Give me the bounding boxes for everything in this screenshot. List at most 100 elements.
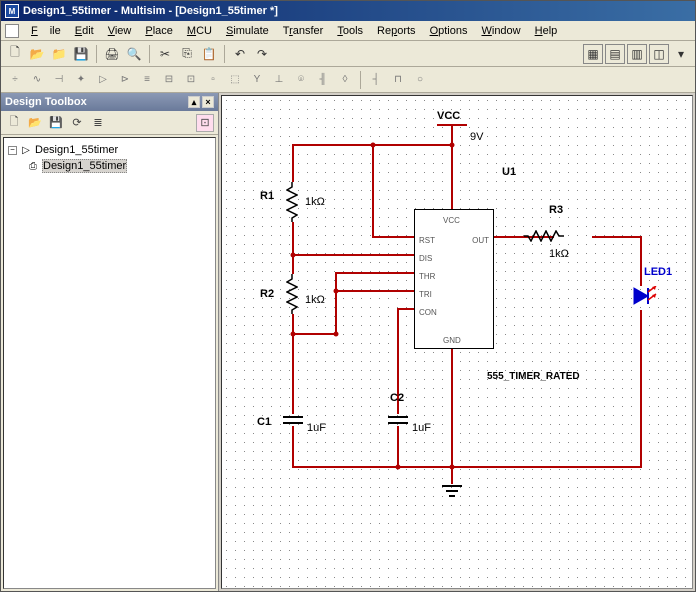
wire-c2-bot bbox=[397, 426, 399, 468]
undo-button[interactable]: ↶ bbox=[230, 44, 250, 64]
junction-c2top bbox=[334, 332, 339, 337]
tb-refresh-icon[interactable]: ⟳ bbox=[68, 114, 86, 132]
toolbox-toolbar: 🗋 📂 💾 ⟳ ≣ ⊡ bbox=[1, 111, 218, 135]
comp5-button[interactable]: ▷ bbox=[93, 70, 113, 90]
wire-con bbox=[397, 308, 414, 310]
r1-value: 1kΩ bbox=[305, 196, 325, 208]
redo-button[interactable]: ↷ bbox=[252, 44, 272, 64]
r3-value: 1kΩ bbox=[549, 248, 569, 260]
window-title: Design1_55timer - Multisim - [Design1_55… bbox=[23, 5, 278, 17]
c2-ref: C2 bbox=[390, 392, 404, 404]
cut-button[interactable]: ✂ bbox=[155, 44, 175, 64]
comp6-button[interactable]: ⊳ bbox=[115, 70, 135, 90]
led-ref: LED1 bbox=[644, 266, 672, 278]
design-toolbox: Design Toolbox ▴ × 🗋 📂 💾 ⟳ ≣ ⊡ − ▷ Desig… bbox=[1, 93, 219, 591]
comp3-button[interactable]: ⊣ bbox=[49, 70, 69, 90]
u1-name: 555_TIMER_RATED bbox=[487, 371, 580, 382]
tree-child-label: Design1_55timer bbox=[42, 159, 127, 173]
led-component[interactable] bbox=[630, 286, 658, 317]
r3-component[interactable] bbox=[524, 230, 564, 242]
r2-ref: R2 bbox=[260, 288, 274, 300]
menu-tools[interactable]: Tools bbox=[331, 23, 369, 39]
tb-new-icon[interactable]: 🗋 bbox=[5, 114, 23, 132]
view2-button[interactable]: ▤ bbox=[605, 44, 625, 64]
comp13-button[interactable]: ⊥ bbox=[269, 70, 289, 90]
comp18-button[interactable]: ⊓ bbox=[388, 70, 408, 90]
comp19-button[interactable]: ○ bbox=[410, 70, 430, 90]
open-button[interactable]: 📂 bbox=[27, 44, 47, 64]
comp9-button[interactable]: ⊡ bbox=[181, 70, 201, 90]
menu-mcu[interactable]: MCU bbox=[181, 23, 218, 39]
menu-reports[interactable]: Reports bbox=[371, 23, 422, 39]
view4-button[interactable]: ◫ bbox=[649, 44, 669, 64]
tree-root-row[interactable]: − ▷ Design1_55timer bbox=[8, 142, 211, 158]
copy-button[interactable]: ⎘ bbox=[177, 44, 197, 64]
menu-place[interactable]: Place bbox=[139, 23, 179, 39]
menu-help[interactable]: Help bbox=[529, 23, 564, 39]
c1-value: 1uF bbox=[307, 422, 326, 434]
toolbox-close-icon[interactable]: × bbox=[202, 96, 214, 108]
comp15-button[interactable]: ╢ bbox=[313, 70, 333, 90]
wire-thr-h2 bbox=[335, 272, 414, 274]
r3-ref: R3 bbox=[549, 204, 563, 216]
wire-gnd-rail bbox=[292, 466, 642, 468]
r2-component[interactable] bbox=[286, 274, 298, 314]
paste-button[interactable]: 📋 bbox=[199, 44, 219, 64]
comp8-button[interactable]: ⊟ bbox=[159, 70, 179, 90]
menu-file[interactable]: File bbox=[25, 23, 67, 39]
print-button[interactable]: 🖨 bbox=[102, 44, 122, 64]
wire-thr-h1 bbox=[292, 333, 337, 335]
c1-ref: C1 bbox=[257, 416, 271, 428]
menu-window[interactable]: Window bbox=[475, 23, 526, 39]
wire-r3-led bbox=[592, 236, 642, 238]
schematic-canvas[interactable]: VCC 9V R1 1kΩ R2 1kΩ bbox=[221, 95, 693, 589]
open2-button[interactable]: 📁 bbox=[49, 44, 69, 64]
menu-transfer[interactable]: Transfer bbox=[277, 23, 330, 39]
expander-icon[interactable]: − bbox=[8, 146, 17, 155]
comp16-button[interactable]: ◊ bbox=[335, 70, 355, 90]
u1-chip[interactable]: VCC RST DIS THR TRI CON GND OUT bbox=[414, 209, 494, 349]
wire-to-ground bbox=[451, 466, 453, 484]
wire-thr-v bbox=[335, 273, 337, 335]
menu-options[interactable]: Options bbox=[424, 23, 474, 39]
main-toolbar: 🗋 📂 📁 💾 🖨 🔍 ✂ ⎘ 📋 ↶ ↷ ▦ ▤ ▥ ◫ ▾ bbox=[1, 41, 695, 67]
tb-filter-icon[interactable]: ⊡ bbox=[196, 114, 214, 132]
preview-button[interactable]: 🔍 bbox=[124, 44, 144, 64]
comp11-button[interactable]: ⬚ bbox=[225, 70, 245, 90]
menu-bar: File Edit View Place MCU Simulate Transf… bbox=[1, 21, 695, 41]
menu-simulate[interactable]: Simulate bbox=[220, 23, 275, 39]
comp7-button[interactable]: ≡ bbox=[137, 70, 157, 90]
comp17-button[interactable]: ┤ bbox=[366, 70, 386, 90]
junction-rst bbox=[371, 143, 376, 148]
menu-edit[interactable]: Edit bbox=[69, 23, 100, 39]
comp2-button[interactable]: ∿ bbox=[27, 70, 47, 90]
tb-list-icon[interactable]: ≣ bbox=[89, 114, 107, 132]
tree-child-row[interactable]: ⎙ Design1_55timer bbox=[8, 158, 211, 174]
toolbox-pin-icon[interactable]: ▴ bbox=[188, 96, 200, 108]
wire-rst-v bbox=[372, 144, 374, 238]
menu-view[interactable]: View bbox=[102, 23, 138, 39]
content-area: Design Toolbox ▴ × 🗋 📂 💾 ⟳ ≣ ⊡ − ▷ Desig… bbox=[1, 93, 695, 591]
pin-out: OUT bbox=[472, 236, 489, 245]
c2-value: 1uF bbox=[412, 422, 431, 434]
r1-component[interactable] bbox=[286, 182, 298, 222]
toolbox-tree[interactable]: − ▷ Design1_55timer ⎙ Design1_55timer bbox=[3, 137, 216, 589]
new-button[interactable]: 🗋 bbox=[5, 44, 25, 64]
tb-save-icon[interactable]: 💾 bbox=[47, 114, 65, 132]
vcc-label: VCC bbox=[437, 110, 460, 122]
doc-icon bbox=[5, 24, 19, 38]
comp4-button[interactable]: ✦ bbox=[71, 70, 91, 90]
u1-ref: U1 bbox=[502, 166, 516, 178]
ground-symbol[interactable] bbox=[440, 484, 464, 503]
tb-open-icon[interactable]: 📂 bbox=[26, 114, 44, 132]
comp12-button[interactable]: Y bbox=[247, 70, 267, 90]
vcc-value: 9V bbox=[470, 131, 483, 143]
comp14-button[interactable]: ⌾ bbox=[291, 70, 311, 90]
view3-button[interactable]: ▥ bbox=[627, 44, 647, 64]
wire-led-bot bbox=[640, 310, 642, 468]
comp10-button[interactable]: ▫ bbox=[203, 70, 223, 90]
save-button[interactable]: 💾 bbox=[71, 44, 91, 64]
view1-button[interactable]: ▦ bbox=[583, 44, 603, 64]
comp1-button[interactable]: ÷ bbox=[5, 70, 25, 90]
view5-button[interactable]: ▾ bbox=[671, 44, 691, 64]
